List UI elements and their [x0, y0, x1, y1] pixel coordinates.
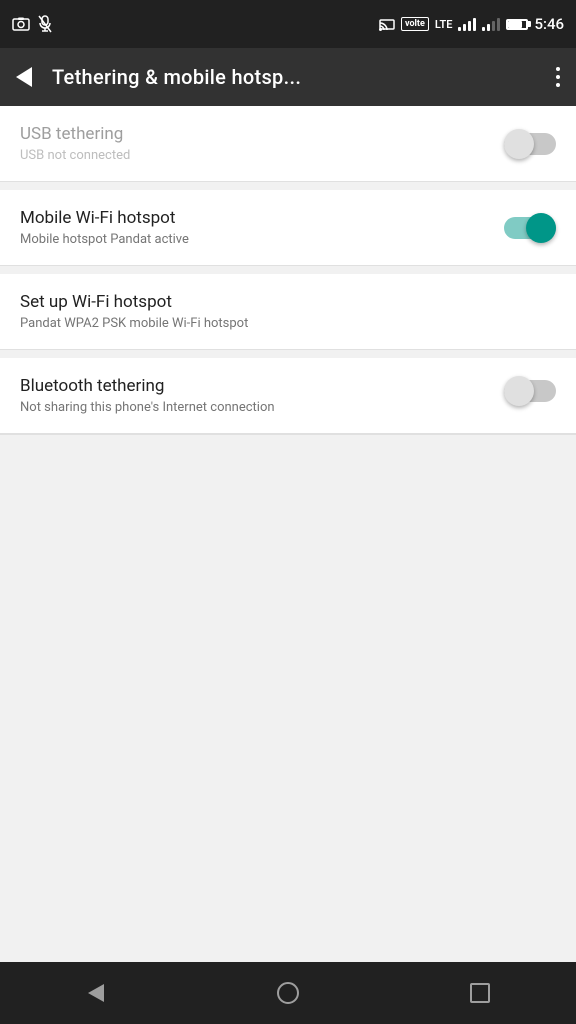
- usb-tethering-thumb: [504, 129, 534, 159]
- status-bar: volte LTE 5:46: [0, 0, 576, 48]
- status-bar-right-icons: volte LTE 5:46: [379, 15, 564, 33]
- battery-icon: [506, 19, 528, 30]
- setup-hotspot-subtitle: Pandat WPA2 PSK mobile Wi-Fi hotspot: [20, 316, 556, 331]
- status-bar-left-icons: [12, 15, 52, 33]
- bluetooth-tethering-subtitle: Not sharing this phone's Internet connec…: [20, 400, 400, 415]
- usb-tethering-text: USB tethering USB not connected: [20, 124, 504, 163]
- setup-hotspot-title: Set up Wi-Fi hotspot: [20, 292, 556, 312]
- status-time: 5:46: [534, 15, 564, 33]
- nav-home-button[interactable]: [263, 968, 313, 1018]
- usb-tethering-item[interactable]: USB tethering USB not connected: [0, 106, 576, 182]
- usb-tethering-title: USB tethering: [20, 124, 504, 144]
- nav-recent-icon: [470, 983, 490, 1003]
- usb-tethering-toggle[interactable]: [504, 129, 556, 159]
- signal-bars-1: [458, 17, 476, 31]
- page-title: Tethering & mobile hotsp...: [52, 65, 536, 89]
- mobile-hotspot-title: Mobile Wi-Fi hotspot: [20, 208, 504, 228]
- dot-2: [556, 75, 560, 79]
- signal-bars-2: [482, 17, 500, 31]
- toolbar: Tethering & mobile hotsp...: [0, 48, 576, 106]
- nav-recent-button[interactable]: [455, 968, 505, 1018]
- dot-3: [556, 83, 560, 87]
- setup-hotspot-item[interactable]: Set up Wi-Fi hotspot Pandat WPA2 PSK mob…: [0, 274, 576, 350]
- nav-back-button[interactable]: [71, 968, 121, 1018]
- mobile-hotspot-item[interactable]: Mobile Wi-Fi hotspot Mobile hotspot Pand…: [0, 190, 576, 266]
- usb-tethering-subtitle: USB not connected: [20, 148, 504, 163]
- cast-icon: [379, 17, 395, 31]
- back-button[interactable]: [16, 67, 32, 87]
- mobile-hotspot-subtitle: Mobile hotspot Pandat active: [20, 232, 504, 247]
- divider-1: [0, 182, 576, 190]
- bluetooth-tethering-toggle[interactable]: [504, 376, 556, 406]
- mobile-hotspot-text: Mobile Wi-Fi hotspot Mobile hotspot Pand…: [20, 208, 504, 247]
- back-arrow-icon: [16, 67, 32, 87]
- more-options-button[interactable]: [556, 67, 560, 87]
- volte-badge: volte: [401, 17, 429, 31]
- nav-bar: [0, 962, 576, 1024]
- photo-icon: [12, 17, 30, 31]
- bluetooth-tethering-text: Bluetooth tethering Not sharing this pho…: [20, 376, 504, 415]
- divider-2: [0, 266, 576, 274]
- divider-bottom: [0, 434, 576, 435]
- bluetooth-tethering-item[interactable]: Bluetooth tethering Not sharing this pho…: [0, 358, 576, 434]
- nav-back-icon: [88, 984, 104, 1002]
- settings-list: USB tethering USB not connected Mobile W…: [0, 106, 576, 962]
- dot-1: [556, 67, 560, 71]
- setup-hotspot-text: Set up Wi-Fi hotspot Pandat WPA2 PSK mob…: [20, 292, 556, 331]
- mic-off-icon: [38, 15, 52, 33]
- divider-3: [0, 350, 576, 358]
- bluetooth-tethering-thumb: [504, 376, 534, 406]
- lte-badge: LTE: [435, 18, 453, 31]
- mobile-hotspot-toggle[interactable]: [504, 213, 556, 243]
- bluetooth-tethering-title: Bluetooth tethering: [20, 376, 504, 396]
- mobile-hotspot-thumb: [526, 213, 556, 243]
- nav-home-icon: [277, 982, 299, 1004]
